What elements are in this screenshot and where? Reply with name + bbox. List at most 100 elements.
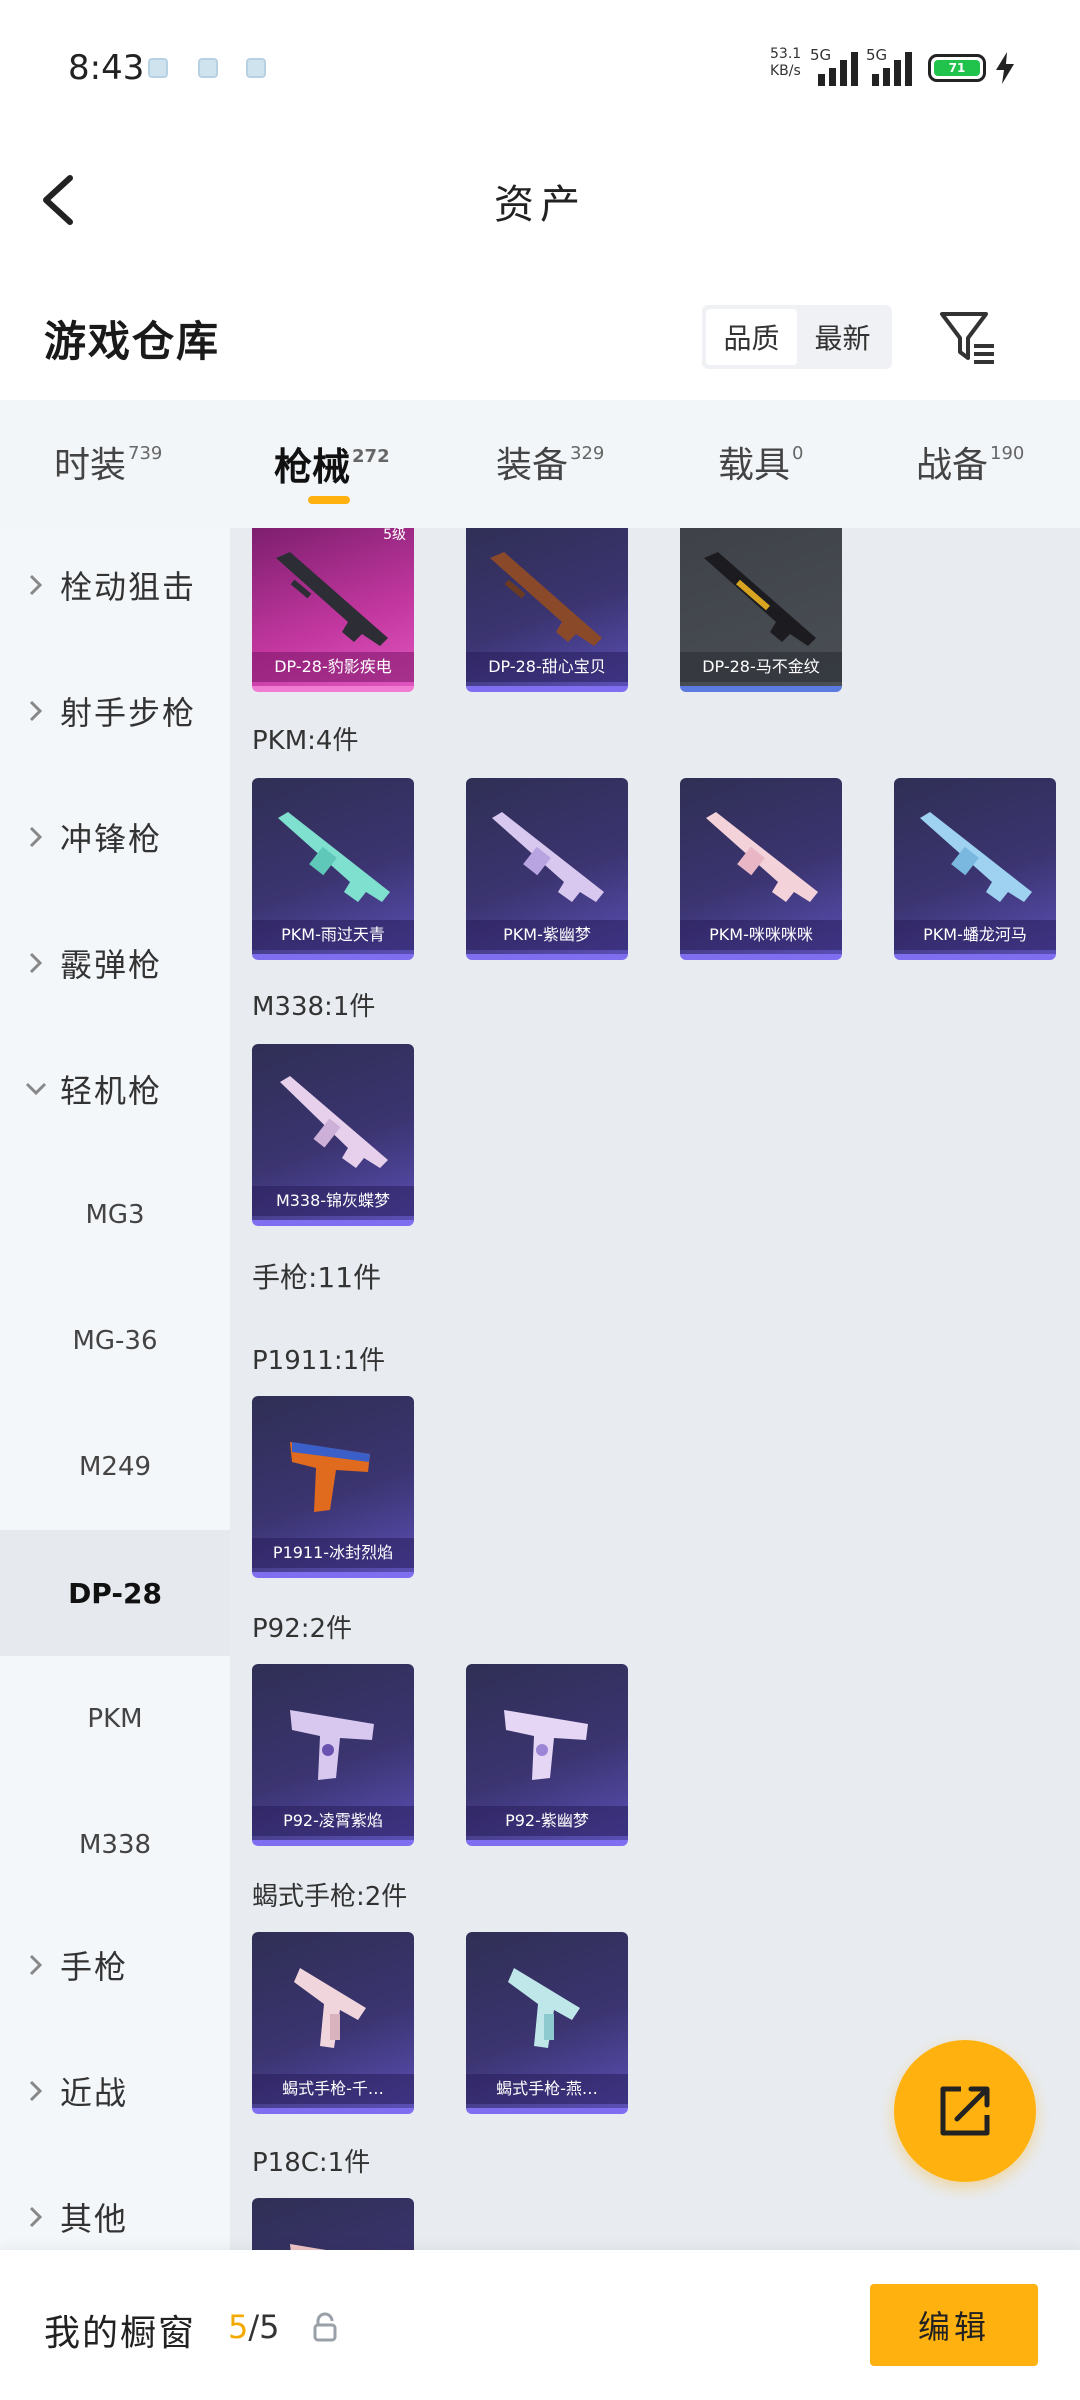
tab-supplies[interactable]: 战备 190 xyxy=(916,436,1024,488)
sidebar-item-marksman-rifle[interactable]: 射手步枪 xyxy=(0,648,230,774)
notification-icon xyxy=(148,58,168,78)
sort-option-newest[interactable]: 最新 xyxy=(797,309,888,365)
skin-card[interactable]: DP-28-马不金纹 xyxy=(680,528,842,692)
tab-count: 272 xyxy=(352,446,390,467)
lock-icon xyxy=(313,2312,337,2342)
group-label: M338:1件 xyxy=(252,992,376,1022)
skin-card[interactable] xyxy=(252,2198,414,2250)
share-icon xyxy=(940,2086,990,2136)
group-label: PKM:4件 xyxy=(252,726,359,756)
skin-card[interactable]: PKM-紫幽梦 xyxy=(466,778,628,960)
tab-guns[interactable]: 枪械 272 xyxy=(274,436,390,491)
sidebar-item-label: 轻机枪 xyxy=(60,1072,163,1110)
sidebar-sub-pkm[interactable]: PKM xyxy=(0,1656,230,1782)
lmg-image xyxy=(704,552,816,646)
skin-card[interactable]: PKM-雨过天青 xyxy=(252,778,414,960)
showcase-count: 5/5 xyxy=(228,2308,280,2346)
chevron-right-icon xyxy=(29,2080,43,2102)
sidebar-item-lmg[interactable]: 轻机枪 xyxy=(0,1026,230,1152)
sidebar-sub-m249[interactable]: M249 xyxy=(0,1404,230,1530)
pistol-image xyxy=(290,1710,374,1780)
chevron-right-icon xyxy=(29,826,43,848)
tab-label: 枪械 xyxy=(274,445,351,489)
group-label: P1911:1件 xyxy=(252,1346,386,1376)
tab-count: 190 xyxy=(990,443,1025,464)
filter-button[interactable] xyxy=(936,306,1000,370)
status-bar: 8:43 53.1 KB/s 5G 5G 71 xyxy=(0,0,1080,140)
skin-card[interactable]: P92-紫幽梦 xyxy=(466,1664,628,1846)
tab-count: 329 xyxy=(570,443,605,464)
sidebar-sub-mg3[interactable]: MG3 xyxy=(0,1152,230,1278)
charging-icon xyxy=(996,52,1014,84)
battery-icon: 71 xyxy=(928,54,986,82)
lmg-image xyxy=(492,812,604,902)
skin-card[interactable]: 蝎式手枪-燕… xyxy=(466,1932,628,2114)
showcase-count-total: /5 xyxy=(248,2308,280,2346)
chevron-right-icon xyxy=(29,700,43,722)
page-title: 资产 xyxy=(494,182,586,228)
sidebar-item-label: 近战 xyxy=(60,2074,129,2112)
active-tab-indicator xyxy=(308,496,350,504)
skin-card[interactable]: DP-28-甜心宝贝 xyxy=(466,528,628,692)
skin-name: PKM-咪咪咪咪 xyxy=(680,920,842,950)
lmg-image xyxy=(276,552,388,646)
sidebar-item-bolt-sniper[interactable]: 栓动狙击 xyxy=(0,528,230,648)
skin-card[interactable]: P1911-冰封烈焰 xyxy=(252,1396,414,1578)
network-speed-unit: KB/s xyxy=(770,63,801,79)
share-button[interactable] xyxy=(894,2040,1036,2182)
showcase-bar: 我的橱窗 5/5 编辑 xyxy=(0,2250,1080,2400)
edit-button[interactable]: 编辑 xyxy=(870,2284,1038,2366)
skin-name: DP-28-甜心宝贝 xyxy=(466,652,628,682)
skin-card[interactable]: PKM-蟠龙河马 xyxy=(894,778,1056,960)
rifle-image xyxy=(280,1076,388,1168)
tab-vehicles[interactable]: 载具 0 xyxy=(718,436,803,488)
network-speed: 53.1 KB/s xyxy=(770,46,814,80)
skin-name: PKM-蟠龙河马 xyxy=(894,920,1056,950)
sidebar-item-other[interactable]: 其他 xyxy=(0,2154,230,2250)
tab-count: 0 xyxy=(792,443,804,464)
group-label: 手枪:11件 xyxy=(252,1261,382,1294)
sidebar-sub-mg36[interactable]: MG-36 xyxy=(0,1278,230,1404)
tab-label: 装备 xyxy=(496,445,569,486)
status-time: 8:43 xyxy=(68,48,145,88)
skin-card[interactable]: PKM-咪咪咪咪 xyxy=(680,778,842,960)
category-tabs: 时装 739 枪械 272 装备 329 载具 0 战备 190 xyxy=(0,400,1080,528)
sort-option-quality[interactable]: 品质 xyxy=(706,309,797,365)
battery-level: 71 xyxy=(934,60,980,76)
sidebar-item-shotgun[interactable]: 霰弹枪 xyxy=(0,900,230,1026)
skin-name: P92-紫幽梦 xyxy=(466,1806,628,1836)
skin-name: PKM-紫幽梦 xyxy=(466,920,628,950)
sidebar-item-label: 其他 xyxy=(60,2200,129,2238)
sidebar-item-pistol[interactable]: 手枪 xyxy=(0,1902,230,2028)
skin-name: M338-锦灰蝶梦 xyxy=(252,1186,414,1216)
sidebar-item-melee[interactable]: 近战 xyxy=(0,2028,230,2154)
signal-icon xyxy=(818,48,858,86)
sidebar-item-label: 霰弹枪 xyxy=(60,946,163,984)
sidebar-item-smg[interactable]: 冲锋枪 xyxy=(0,774,230,900)
sidebar-sub-dp28[interactable]: DP-28 xyxy=(0,1530,230,1656)
group-label: 蝎式手枪:2件 xyxy=(252,1882,408,1912)
pistol-image xyxy=(290,1442,370,1512)
skin-card[interactable]: 蝎式手枪-千… xyxy=(252,1932,414,2114)
network-speed-value: 53.1 xyxy=(770,46,802,62)
lmg-image xyxy=(920,812,1032,902)
notification-icon xyxy=(246,58,266,78)
lmg-image xyxy=(278,812,390,902)
pistol-image xyxy=(504,1710,588,1780)
filter-icon xyxy=(940,312,994,364)
showcase-label: 我的橱窗 xyxy=(44,2313,197,2354)
chevron-right-icon xyxy=(29,574,43,596)
sidebar-sub-m338[interactable]: M338 xyxy=(0,1782,230,1908)
sidebar-item-label: 冲锋枪 xyxy=(60,820,163,858)
skin-card[interactable]: 5级 DP-28-豹影疾电 xyxy=(252,528,414,692)
chevron-down-icon xyxy=(25,1082,47,1096)
tab-equipment[interactable]: 装备 329 xyxy=(496,436,604,488)
sidebar-item-label: 射手步枪 xyxy=(60,694,197,732)
chevron-right-icon xyxy=(29,952,43,974)
skin-card[interactable]: M338-锦灰蝶梦 xyxy=(252,1044,414,1226)
notification-icon xyxy=(198,58,218,78)
sidebar-item-label: 栓动狙击 xyxy=(60,568,197,606)
signal-icon xyxy=(872,48,912,86)
tab-fashion[interactable]: 时装 739 xyxy=(54,436,162,488)
skin-card[interactable]: P92-凌霄紫焰 xyxy=(252,1664,414,1846)
